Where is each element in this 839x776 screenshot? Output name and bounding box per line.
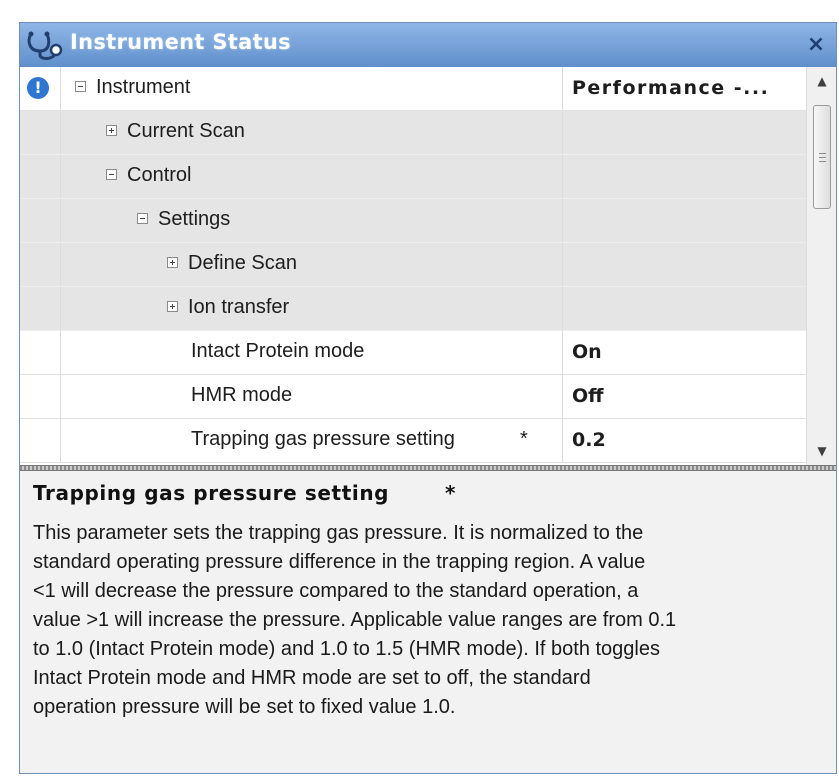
value-cell [562,199,806,242]
setting-value[interactable]: 0.2 [572,429,606,451]
performance-column-header[interactable]: Performance -... [572,77,769,99]
description-text: This parameter sets the trapping gas pre… [33,519,823,722]
tree-item-label: Current Scan [127,120,245,142]
scroll-thumb[interactable] [813,105,831,209]
description-line: Intact Protein mode and HMR mode are set… [33,667,591,689]
scroll-down-arrow-icon[interactable]: ▼ [807,439,837,463]
tree-row-trapping-gas-pressure[interactable]: Trapping gas pressure setting * 0.2 [20,419,806,463]
tree-header-row[interactable]: ! Instrument Performance -... [20,67,806,111]
row-gutter [20,419,61,462]
vertical-scrollbar[interactable]: ▲ ▼ [806,67,836,465]
tree-row-ion-transfer[interactable]: Ion transfer [20,287,806,331]
row-gutter: ! [20,67,61,110]
tree-row-intact-protein-mode[interactable]: Intact Protein mode On [20,331,806,375]
value-cell [562,287,806,330]
tree-item-label: Control [127,164,192,186]
tree-item-label: Ion transfer [188,296,290,318]
row-gutter [20,199,61,242]
close-button[interactable]: × [802,31,830,59]
collapse-icon[interactable] [137,213,148,224]
tree-root-label: Instrument [96,76,191,98]
tree-item-label: Define Scan [188,252,297,274]
value-cell [562,243,806,286]
row-gutter [20,375,61,418]
tree-row-define-scan[interactable]: Define Scan [20,243,806,287]
description-line: This parameter sets the trapping gas pre… [33,522,644,544]
tree-row-current-scan[interactable]: Current Scan [20,111,806,155]
setting-value[interactable]: Off [572,385,604,407]
description-title: Trapping gas pressure setting [33,481,390,505]
value-cell [562,155,806,198]
row-gutter [20,331,61,374]
row-gutter [20,155,61,198]
tree-row-settings[interactable]: Settings [20,199,806,243]
row-gutter [20,287,61,330]
status-tree-grid: ! Instrument Performance -... Current Sc… [20,67,806,465]
instrument-status-panel: Instrument Status × ! Instrument Perform… [19,22,837,774]
setting-label: Trapping gas pressure setting [191,428,455,450]
row-gutter [20,243,61,286]
title-bar[interactable]: Instrument Status × [20,23,836,67]
stethoscope-icon [27,31,63,60]
collapse-icon[interactable] [75,81,86,92]
scroll-up-arrow-icon[interactable]: ▲ [807,69,837,93]
description-line: to 1.0 (Intact Protein mode) and 1.0 to … [33,638,660,660]
description-line: operation pressure will be set to fixed … [33,696,456,718]
expand-icon[interactable] [167,301,178,312]
setting-label: Intact Protein mode [191,340,365,362]
description-marker: * [445,481,456,505]
setting-value[interactable]: On [572,341,602,363]
description-line: standard operating pressure difference i… [33,551,646,573]
value-cell [562,111,806,154]
tree-row-hmr-mode[interactable]: HMR mode Off [20,375,806,419]
description-line: <1 will decrease the pressure compared t… [33,580,639,602]
collapse-icon[interactable] [106,169,117,180]
setting-label: HMR mode [191,384,293,406]
description-line: value >1 will increase the pressure. App… [33,609,677,631]
tree-item-label: Settings [158,208,231,230]
expand-icon[interactable] [106,125,117,136]
info-icon: ! [27,77,49,99]
window-title: Instrument Status [70,30,291,54]
description-pane: Trapping gas pressure setting * This par… [20,471,836,773]
expand-icon[interactable] [167,257,178,268]
modified-marker: * [520,428,528,450]
tree-row-control[interactable]: Control [20,155,806,199]
row-gutter [20,111,61,154]
